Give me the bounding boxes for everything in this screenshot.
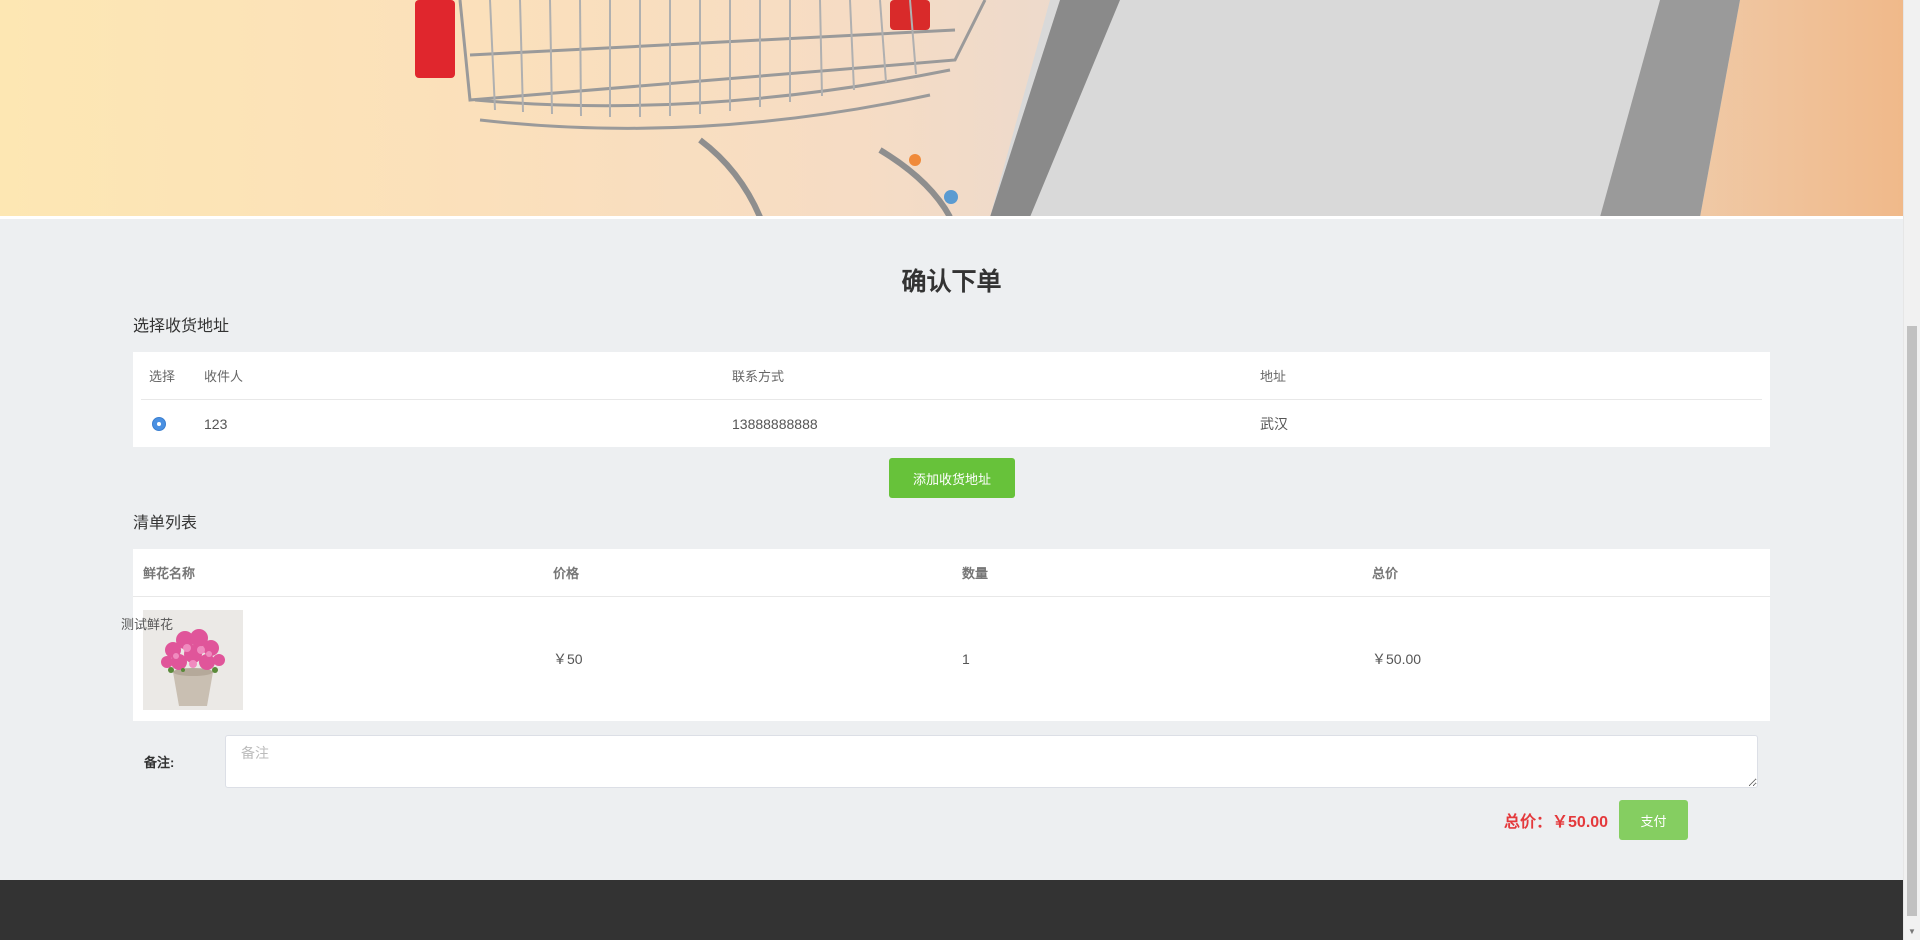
address-table: 选择 收件人 联系方式 地址 123 13888888888 武汉 — [133, 352, 1770, 447]
address-radio-cell[interactable] — [152, 400, 166, 448]
header-price: 价格 — [553, 566, 580, 581]
pay-button[interactable]: 支付 — [1619, 800, 1688, 840]
item-price: ￥50 — [553, 651, 583, 667]
footer — [0, 880, 1903, 940]
divider — [0, 216, 1903, 219]
address-table-header: 选择 收件人 联系方式 地址 — [141, 352, 1762, 400]
header-address: 地址 — [1260, 369, 1287, 384]
header-select: 选择 — [149, 369, 176, 384]
cart-item-row: ￥50 1 ￥50.00 — [133, 597, 1770, 721]
item-flower-name[interactable]: 测试鲜花 — [121, 614, 173, 633]
remark-input[interactable] — [225, 735, 1758, 788]
scrollbar-thumb[interactable] — [1907, 326, 1917, 916]
item-quantity: 1 — [962, 651, 970, 667]
cart-table: 鲜花名称 价格 数量 总价 ￥50 1 ￥50.00 — [133, 549, 1770, 721]
add-address-button[interactable]: 添加收货地址 — [889, 458, 1015, 498]
scroll-down-arrow-icon[interactable]: ▼ — [1908, 928, 1916, 936]
header-total: 总价 — [1372, 566, 1399, 581]
header-recipient: 收件人 — [204, 369, 244, 384]
total-value: ￥50.00 — [1552, 814, 1609, 831]
order-total: 总价：￥50.00 — [1504, 808, 1608, 832]
cart-section-title: 清单列表 — [133, 515, 198, 532]
header-quantity: 数量 — [962, 566, 989, 581]
recipient-cell: 123 — [204, 416, 228, 432]
contact-cell: 13888888888 — [732, 416, 818, 432]
page-scrollbar[interactable]: ▼ — [1903, 0, 1920, 940]
header-contact: 联系方式 — [732, 369, 785, 384]
address-radio-selected[interactable] — [152, 417, 166, 431]
carousel-dot-active[interactable] — [944, 190, 958, 204]
address-row[interactable]: 123 13888888888 武汉 — [141, 400, 1762, 448]
address-section-title: 选择收货地址 — [133, 318, 230, 335]
banner-carousel — [0, 0, 1903, 217]
header-flower-name: 鲜花名称 — [143, 566, 196, 581]
shopping-cart-banner-image — [415, 0, 1740, 217]
page-title: 确认下单 — [901, 268, 1002, 296]
item-total: ￥50.00 — [1372, 651, 1422, 667]
address-cell: 武汉 — [1260, 416, 1288, 432]
carousel-indicator — [944, 190, 958, 204]
remark-label: 备注: — [144, 755, 175, 770]
total-label: 总价： — [1504, 814, 1553, 831]
cart-table-header: 鲜花名称 价格 数量 总价 — [133, 549, 1770, 597]
